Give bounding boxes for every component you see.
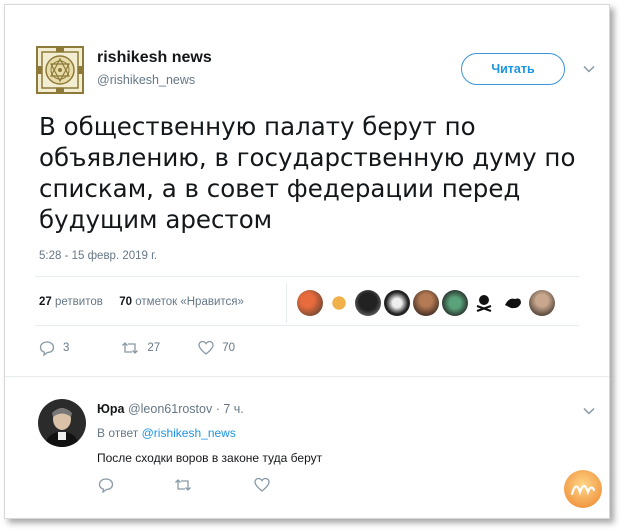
heart-icon (254, 477, 270, 492)
heart-icon (198, 340, 214, 355)
watermark-logo (562, 468, 604, 510)
divider (35, 325, 579, 326)
liker-avatar[interactable] (529, 290, 555, 316)
retweet-icon (122, 342, 139, 354)
reply-reply-button[interactable] (98, 477, 114, 498)
reply-header: Юра @leon61rostov · 7 ч. (97, 402, 244, 416)
reply-age[interactable]: · 7 ч. (216, 402, 244, 416)
tweet-timestamp[interactable]: 5:28 - 15 февр. 2019 г. (39, 250, 157, 262)
reply-author-avatar[interactable] (38, 399, 86, 447)
reply-like-button[interactable] (254, 477, 270, 498)
retweets-stat[interactable]: 27 ретвитов (39, 296, 103, 308)
reply-author-handle[interactable]: @leon61rostov (128, 402, 212, 416)
follow-button[interactable]: Читать (461, 53, 565, 85)
chevron-down-icon[interactable] (583, 405, 595, 417)
reply-text: После сходки воров в законе туда берут (97, 451, 323, 465)
retweet-icon (175, 479, 191, 491)
likers-avatars (297, 290, 555, 316)
author-avatar[interactable] (35, 45, 85, 95)
divider (35, 276, 579, 277)
like-button[interactable]: 70 (198, 340, 235, 356)
liker-avatar[interactable] (326, 290, 352, 316)
reply-count: 3 (63, 342, 70, 354)
retweet-count: 27 (147, 342, 161, 354)
liker-avatar[interactable] (355, 290, 381, 316)
liker-avatar[interactable] (442, 290, 468, 316)
liker-avatar[interactable] (384, 290, 410, 316)
liker-avatar[interactable] (413, 290, 439, 316)
likes-stat[interactable]: 70 отметок «Нравится» (119, 296, 244, 308)
tweet-text: В общественную палату берут по объявлени… (39, 112, 576, 234)
tweet-stats: 27 ретвитов 70 отметок «Нравится» (39, 296, 244, 308)
mandala-logo (36, 46, 84, 94)
author-name[interactable]: rishikesh news (97, 49, 212, 67)
reply-retweet-button[interactable] (174, 477, 192, 498)
reply-actions (98, 477, 270, 498)
reply-icon (98, 478, 114, 494)
liker-avatar[interactable] (297, 290, 323, 316)
chevron-down-icon[interactable] (583, 63, 595, 75)
like-count: 70 (222, 342, 235, 354)
tweet-actions: 3 27 70 (39, 340, 235, 356)
reply-author-name[interactable]: Юра (97, 402, 124, 416)
retweet-button[interactable]: 27 (121, 340, 160, 356)
author-handle[interactable]: @rishikesh_news (97, 73, 195, 87)
tweet-card: rishikesh news @rishikesh_news Читать В … (4, 4, 610, 519)
liker-avatar[interactable] (471, 290, 497, 316)
reply-icon (39, 341, 55, 356)
reply-button[interactable]: 3 (39, 340, 69, 356)
liker-avatar[interactable] (500, 290, 526, 316)
reply-to-line: В ответ @rishikesh_news (97, 426, 236, 440)
stats-separator (286, 283, 287, 323)
divider (5, 376, 609, 377)
reply-mention-link[interactable]: @rishikesh_news (142, 426, 236, 440)
